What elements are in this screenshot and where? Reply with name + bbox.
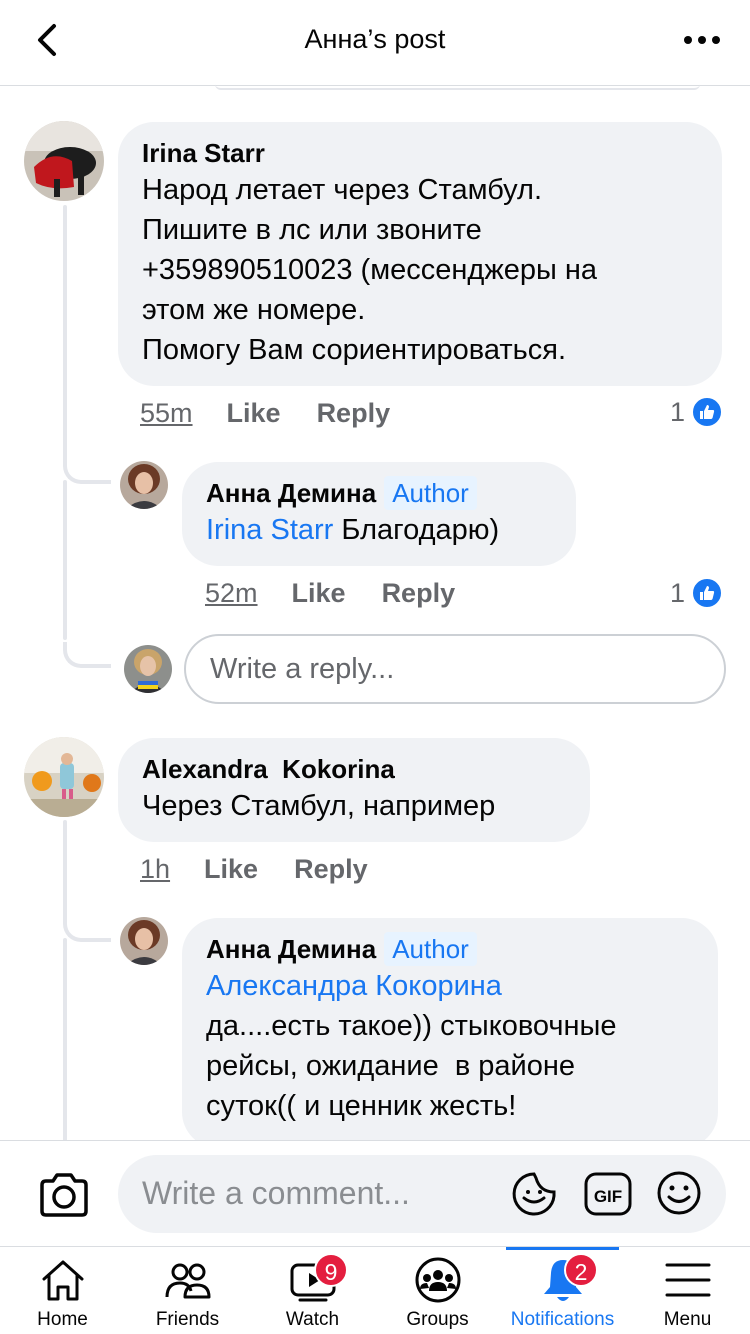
notification-badge: 9 xyxy=(314,1253,348,1287)
home-icon xyxy=(42,1260,84,1301)
reaction-number: 1 xyxy=(670,577,686,608)
like-button[interactable]: Like xyxy=(292,578,346,609)
tab-label: Menu xyxy=(663,1309,712,1330)
more-options-icon[interactable] xyxy=(682,26,722,54)
tab-groups[interactable]: Groups xyxy=(375,1247,500,1334)
gif-label: GIF xyxy=(594,1187,622,1206)
mention-link[interactable]: Александра Кокорина xyxy=(206,966,694,1006)
commenter-name[interactable]: Alexandra Kokorina xyxy=(142,752,566,786)
commenter-name-row: Анна Демина Author xyxy=(206,932,694,966)
reaction-number: 1 xyxy=(670,396,686,427)
groups-icon xyxy=(415,1257,461,1303)
comment-composer: Write a comment... GIF xyxy=(0,1140,750,1246)
reply-button[interactable]: Reply xyxy=(294,854,368,885)
commenter-name[interactable]: Анна Демина xyxy=(206,476,376,510)
comment-line: этом же номере. xyxy=(142,294,366,326)
comment-line: +359890510023 (мессенджеры на xyxy=(142,254,598,286)
like-button[interactable]: Like xyxy=(204,854,258,885)
author-badge: Author xyxy=(384,476,477,510)
comment-actions: 55m Like Reply xyxy=(140,398,426,429)
comment-bubble[interactable]: Alexandra Kokorina Через Стамбул, наприм… xyxy=(118,738,590,842)
comment-timestamp[interactable]: 1h xyxy=(140,854,170,885)
notification-badge: 2 xyxy=(564,1253,598,1287)
tab-label: Watch xyxy=(285,1309,340,1330)
friends-icon xyxy=(165,1263,211,1299)
thread-line xyxy=(63,820,67,920)
emoji-icon[interactable] xyxy=(656,1170,702,1216)
thread-connector xyxy=(63,458,111,484)
comment-timestamp[interactable]: 55m xyxy=(140,398,193,429)
reaction-count[interactable]: 1 xyxy=(670,577,724,609)
comment-text: Народ летает через Стамбул. Пишите в лс … xyxy=(142,170,698,370)
current-user-avatar xyxy=(124,645,172,693)
like-reaction-icon xyxy=(691,577,724,609)
thread-line xyxy=(63,938,67,1148)
comment-line: Через Стамбул, например xyxy=(142,790,496,822)
commenter-name-row: Анна Демина Author xyxy=(206,476,552,510)
page-title: Анна’s post xyxy=(304,24,446,54)
tab-notifications[interactable]: 2 Notifications xyxy=(500,1247,625,1334)
top-bar: Анна’s post xyxy=(0,0,750,86)
tab-watch[interactable]: 9 Watch xyxy=(250,1247,375,1334)
comment-actions: 1h Like Reply xyxy=(140,854,404,885)
reaction-count[interactable]: 1 xyxy=(670,396,724,428)
comment-line: да....есть такое)) стыковочные xyxy=(206,1010,617,1042)
comment-timestamp[interactable]: 52m xyxy=(205,578,258,609)
tab-label: Home xyxy=(37,1309,88,1330)
previous-content-edge xyxy=(215,84,700,90)
like-reaction-icon xyxy=(691,396,724,428)
thread-connector xyxy=(63,916,111,942)
thread-connector xyxy=(63,642,111,668)
comment-actions: 52m Like Reply xyxy=(205,578,491,609)
comment-line: Народ летает через Стамбул. xyxy=(142,174,543,206)
comment-text: Irina Starr Благодарю) xyxy=(206,510,552,550)
camera-icon[interactable] xyxy=(38,1171,90,1219)
comment-line: Пишите в лс или звоните xyxy=(142,214,482,246)
comment-bubble[interactable]: Анна Демина Author Irina Starr Благодарю… xyxy=(182,462,576,566)
tab-label: Groups xyxy=(406,1309,469,1330)
comment-bubble[interactable]: Анна Демина Author Александра Кокорина д… xyxy=(182,918,718,1148)
avatar[interactable] xyxy=(120,461,168,509)
comment-line: Благодарю) xyxy=(333,514,500,546)
thread-line xyxy=(63,480,67,640)
comment-line: суток(( и ценник жесть! xyxy=(206,1090,517,1122)
tab-label: Friends xyxy=(155,1309,220,1330)
reply-button[interactable]: Reply xyxy=(382,578,456,609)
active-tab-indicator xyxy=(506,1247,619,1250)
reply-input[interactable]: Write a reply... xyxy=(184,634,726,704)
commenter-name[interactable]: Анна Демина xyxy=(206,932,376,966)
sticker-icon[interactable] xyxy=(510,1170,558,1218)
reply-button[interactable]: Reply xyxy=(317,398,391,429)
gif-icon[interactable]: GIF xyxy=(584,1172,632,1216)
tab-menu[interactable]: Menu xyxy=(625,1247,750,1334)
author-badge: Author xyxy=(384,932,477,966)
comment-line: рейсы, ожидание в районе xyxy=(206,1050,576,1082)
avatar[interactable] xyxy=(24,737,104,817)
avatar[interactable] xyxy=(120,917,168,965)
comment-placeholder: Write a comment... xyxy=(142,1175,410,1211)
hamburger-icon xyxy=(665,1263,711,1297)
comment-input[interactable]: Write a comment... GIF xyxy=(118,1155,726,1233)
thread-line xyxy=(63,205,67,460)
comment-line: Помогу Вам сориентироваться. xyxy=(142,334,567,366)
commenter-name[interactable]: Irina Starr xyxy=(142,136,698,170)
mention-link[interactable]: Irina Starr xyxy=(206,514,333,546)
tab-home[interactable]: Home xyxy=(0,1247,125,1334)
tab-friends[interactable]: Friends xyxy=(125,1247,250,1334)
like-button[interactable]: Like xyxy=(227,398,281,429)
bottom-tab-bar: Home Friends 9 Watch Groups 2 Notificati… xyxy=(0,1246,750,1334)
comment-bubble[interactable]: Irina Starr Народ летает через Стамбул. … xyxy=(118,122,722,386)
comment-text: Александра Кокорина да....есть такое)) с… xyxy=(206,966,694,1126)
avatar[interactable] xyxy=(24,121,104,201)
comment-text: Через Стамбул, например xyxy=(142,786,566,826)
tab-label: Notifications xyxy=(510,1309,615,1330)
